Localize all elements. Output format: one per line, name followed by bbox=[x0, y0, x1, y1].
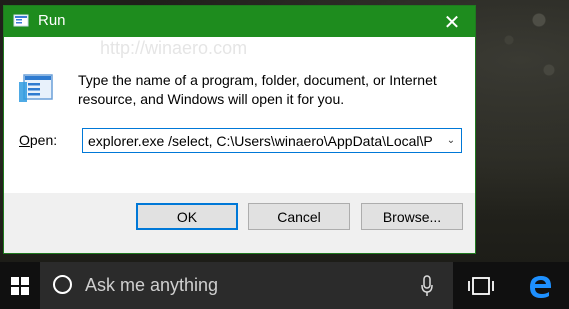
title-bar[interactable]: Run ✕ bbox=[4, 6, 475, 37]
desktop-wallpaper-detail bbox=[479, 0, 569, 262]
close-button[interactable]: ✕ bbox=[429, 6, 475, 37]
taskbar-search-box[interactable]: Ask me anything bbox=[40, 262, 453, 309]
edge-browser-icon[interactable] bbox=[527, 273, 553, 299]
cortana-icon bbox=[53, 275, 72, 294]
dialog-body: Type the name of a program, folder, docu… bbox=[4, 37, 475, 193]
run-icon bbox=[13, 14, 29, 27]
start-button[interactable] bbox=[0, 262, 40, 309]
open-label-mnemonic: O bbox=[19, 132, 30, 148]
dialog-description: Type the name of a program, folder, docu… bbox=[78, 72, 437, 107]
search-placeholder: Ask me anything bbox=[85, 275, 219, 295]
run-program-icon bbox=[19, 74, 53, 102]
close-icon: ✕ bbox=[443, 9, 461, 34]
ok-button[interactable]: OK bbox=[136, 203, 238, 230]
browse-button[interactable]: Browse... bbox=[361, 203, 463, 230]
run-dialog: Run ✕ Type the name of a program, folder… bbox=[3, 5, 476, 254]
task-view-icon[interactable] bbox=[468, 277, 494, 295]
microphone-icon[interactable] bbox=[420, 275, 434, 297]
windows-logo-icon bbox=[11, 276, 29, 295]
open-combobox[interactable]: explorer.exe /select, C:\Users\winaero\A… bbox=[82, 128, 462, 153]
chevron-down-icon[interactable]: ⌄ bbox=[441, 135, 461, 146]
open-input[interactable]: explorer.exe /select, C:\Users\winaero\A… bbox=[83, 133, 441, 149]
taskbar: Ask me anything bbox=[0, 262, 569, 309]
open-label: Open: bbox=[19, 132, 57, 148]
cancel-button[interactable]: Cancel bbox=[248, 203, 350, 230]
open-label-text: pen: bbox=[29, 132, 58, 148]
dialog-title: Run bbox=[38, 12, 66, 29]
